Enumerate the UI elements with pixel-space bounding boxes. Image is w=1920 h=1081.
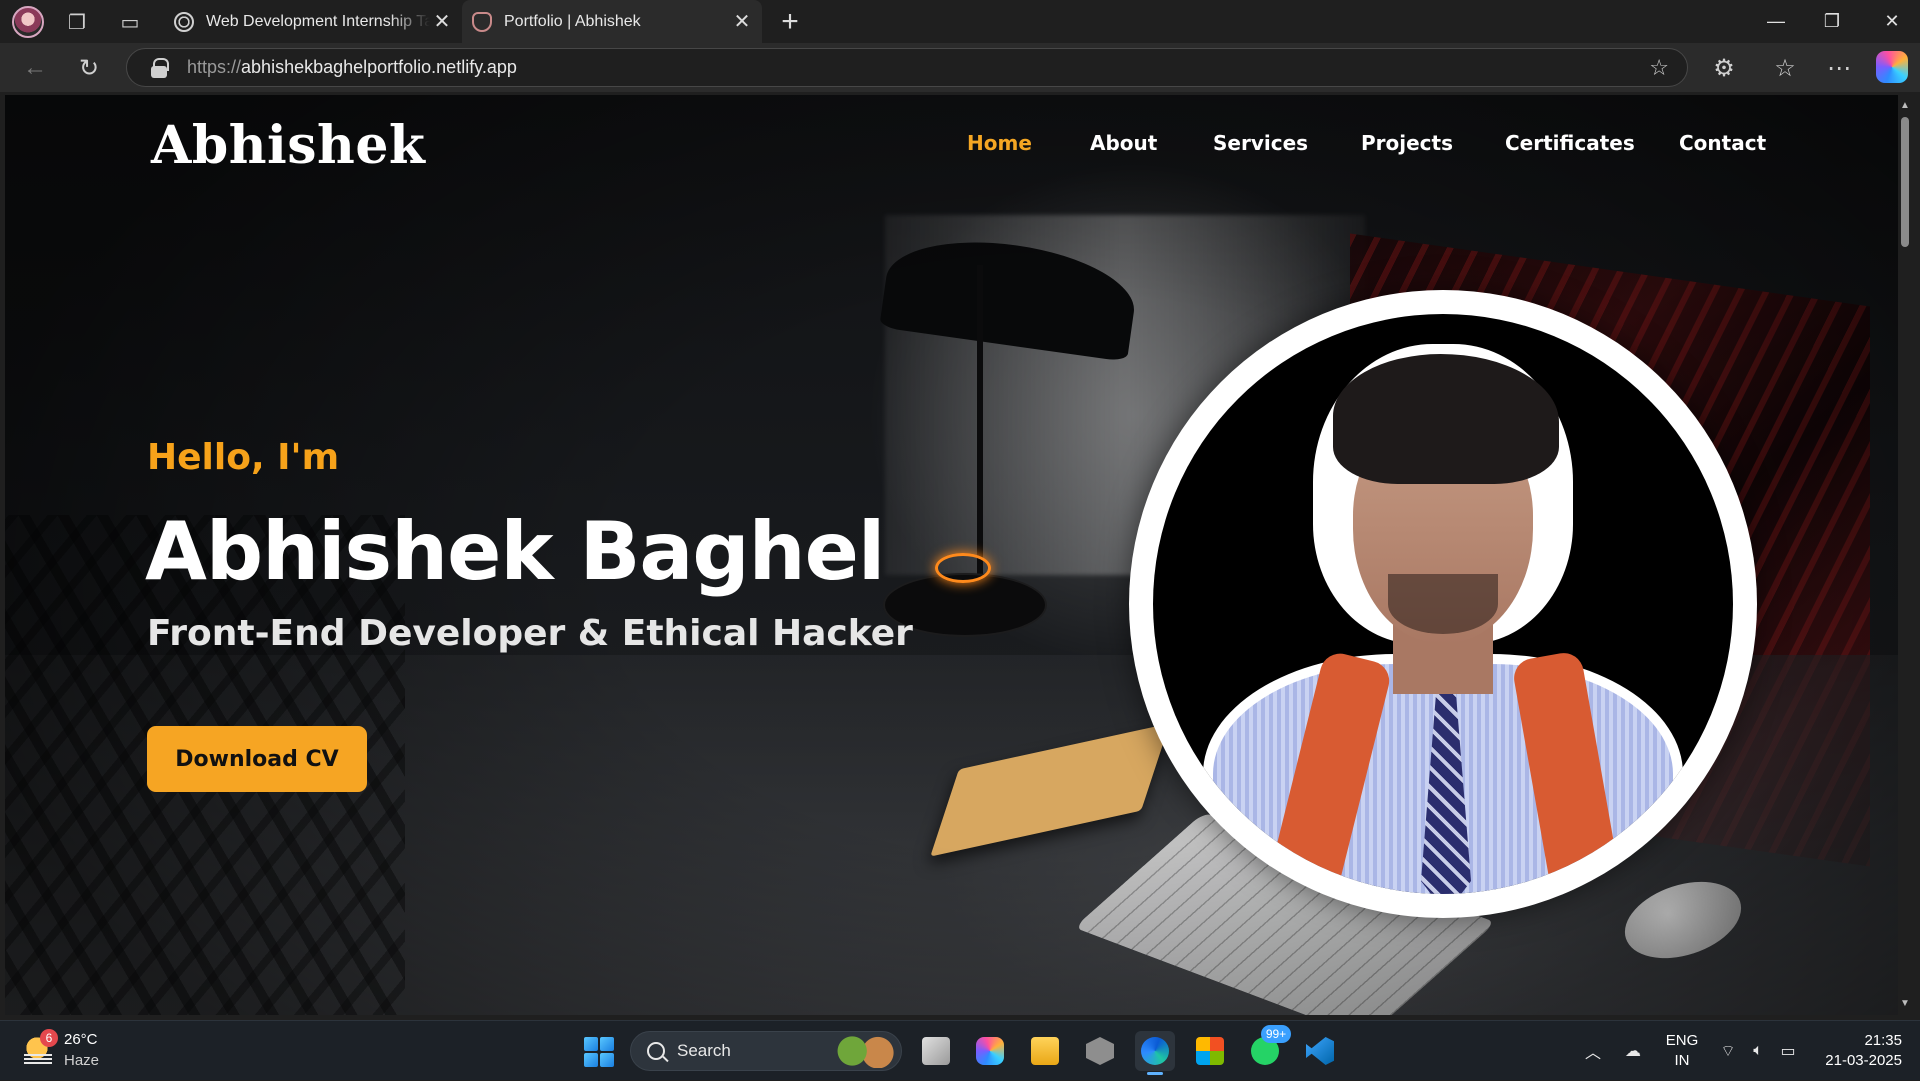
- profile-photo: [1153, 314, 1733, 894]
- extensions-icon[interactable]: ⚙: [1707, 51, 1741, 85]
- profile-avatar[interactable]: [12, 6, 44, 38]
- language-code: ENG: [1665, 1032, 1699, 1049]
- nav-certificates[interactable]: Certificates: [1505, 131, 1635, 155]
- favorites-icon[interactable]: ☆: [1768, 51, 1802, 85]
- taskbar-search[interactable]: Search: [630, 1031, 902, 1071]
- onedrive-cloud-icon[interactable]: ☁: [1618, 1021, 1648, 1081]
- vscode-icon[interactable]: [1300, 1031, 1340, 1071]
- hero-greeting: Hello, I'm: [147, 437, 340, 478]
- refresh-icon[interactable]: ↻: [72, 51, 106, 85]
- workspaces-icon[interactable]: ❐: [64, 9, 90, 35]
- whatsapp-badge: 99+: [1261, 1025, 1291, 1043]
- nav-about[interactable]: About: [1090, 131, 1157, 155]
- volume-icon[interactable]: 🔈︎: [1744, 1021, 1772, 1081]
- portfolio-favicon-icon: [472, 11, 492, 32]
- show-hidden-icons-chevron-icon[interactable]: ︿: [1578, 1021, 1608, 1081]
- favorite-star-icon[interactable]: ☆: [1649, 55, 1669, 81]
- close-window-button[interactable]: ✕: [1864, 0, 1920, 43]
- hero-name: Abhishek Baghel: [145, 505, 885, 598]
- start-button[interactable]: [584, 1037, 614, 1067]
- back-arrow-icon[interactable]: ←: [18, 51, 52, 85]
- url-field[interactable]: https://abhishekbaghelportfolio.netlify.…: [126, 48, 1688, 87]
- clock-time: 21:35: [1864, 1032, 1902, 1049]
- region-code: IN: [1674, 1052, 1690, 1069]
- vertical-scrollbar[interactable]: ▲ ▼: [1898, 95, 1912, 1015]
- clock[interactable]: 21:35 21-03-2025: [1806, 1031, 1902, 1071]
- browser-tab-strip: ❐ ▭ Web Development Internship Task ✕ Po…: [0, 0, 1920, 43]
- scroll-up-icon[interactable]: ▲: [1900, 101, 1910, 111]
- url-text: https://abhishekbaghelportfolio.netlify.…: [187, 57, 517, 77]
- scrollbar-thumb[interactable]: [1901, 117, 1909, 247]
- wifi-icon[interactable]: ⌔: [1714, 1021, 1742, 1081]
- whatsapp-icon[interactable]: 99+: [1245, 1025, 1291, 1071]
- new-tab-button[interactable]: +: [774, 5, 806, 38]
- taskbar: 6 26°C Haze Search 99+ ︿ ☁ ENG IN ⌔ 🔈︎ ▭…: [0, 1020, 1920, 1080]
- nav-services[interactable]: Services: [1213, 131, 1308, 155]
- battery-icon[interactable]: ▭: [1774, 1021, 1802, 1081]
- search-icon: [647, 1042, 665, 1060]
- weather-temperature: 26°C: [64, 1031, 98, 1048]
- address-bar-row: ← ↻ https://abhishekbaghelportfolio.netl…: [0, 43, 1920, 92]
- clock-date: 21-03-2025: [1825, 1052, 1902, 1069]
- copilot-app-icon[interactable]: [970, 1031, 1010, 1071]
- restore-button[interactable]: ❐: [1804, 0, 1860, 43]
- lock-icon[interactable]: [149, 57, 169, 78]
- hero-role: Front-End Developer & Ethical Hacker: [147, 613, 913, 654]
- weather-badge: 6: [40, 1029, 58, 1047]
- tab-web-development-internship[interactable]: Web Development Internship Task ✕: [164, 0, 462, 43]
- scroll-down-icon[interactable]: ▼: [1900, 999, 1910, 1009]
- more-menu-icon[interactable]: ⋯: [1822, 51, 1856, 85]
- nav-contact[interactable]: Contact: [1679, 131, 1766, 155]
- page-viewport: Abhishek Home About Services Projects Ce…: [5, 95, 1898, 1015]
- close-icon[interactable]: ✕: [430, 10, 454, 34]
- nav-projects[interactable]: Projects: [1361, 131, 1453, 155]
- edge-icon[interactable]: [1135, 1031, 1175, 1075]
- microsoft-store-icon[interactable]: [1190, 1031, 1230, 1071]
- download-cv-button[interactable]: Download CV: [147, 726, 367, 792]
- tab-title: Web Development Internship Task: [206, 12, 430, 30]
- vertical-tabs-icon[interactable]: ▭: [117, 9, 143, 35]
- tab-title: Portfolio | Abhishek: [504, 12, 641, 30]
- task-view-icon[interactable]: [916, 1031, 956, 1071]
- app-icon[interactable]: [1080, 1031, 1120, 1071]
- tab-portfolio[interactable]: Portfolio | Abhishek ✕: [462, 0, 762, 43]
- language-indicator[interactable]: ENG IN: [1664, 1031, 1700, 1071]
- search-highlight-image: [833, 1034, 897, 1068]
- weather-condition: Haze: [64, 1052, 100, 1069]
- profile-photo-frame: [1129, 290, 1757, 918]
- minimize-button[interactable]: —: [1748, 0, 1804, 43]
- copilot-icon[interactable]: [1876, 51, 1908, 83]
- chatgpt-favicon-icon: [174, 11, 194, 32]
- file-explorer-icon[interactable]: [1025, 1031, 1065, 1071]
- site-logo[interactable]: Abhishek: [151, 115, 425, 176]
- close-icon[interactable]: ✕: [730, 10, 754, 34]
- nav-home[interactable]: Home: [967, 131, 1032, 155]
- search-label: Search: [677, 1041, 731, 1060]
